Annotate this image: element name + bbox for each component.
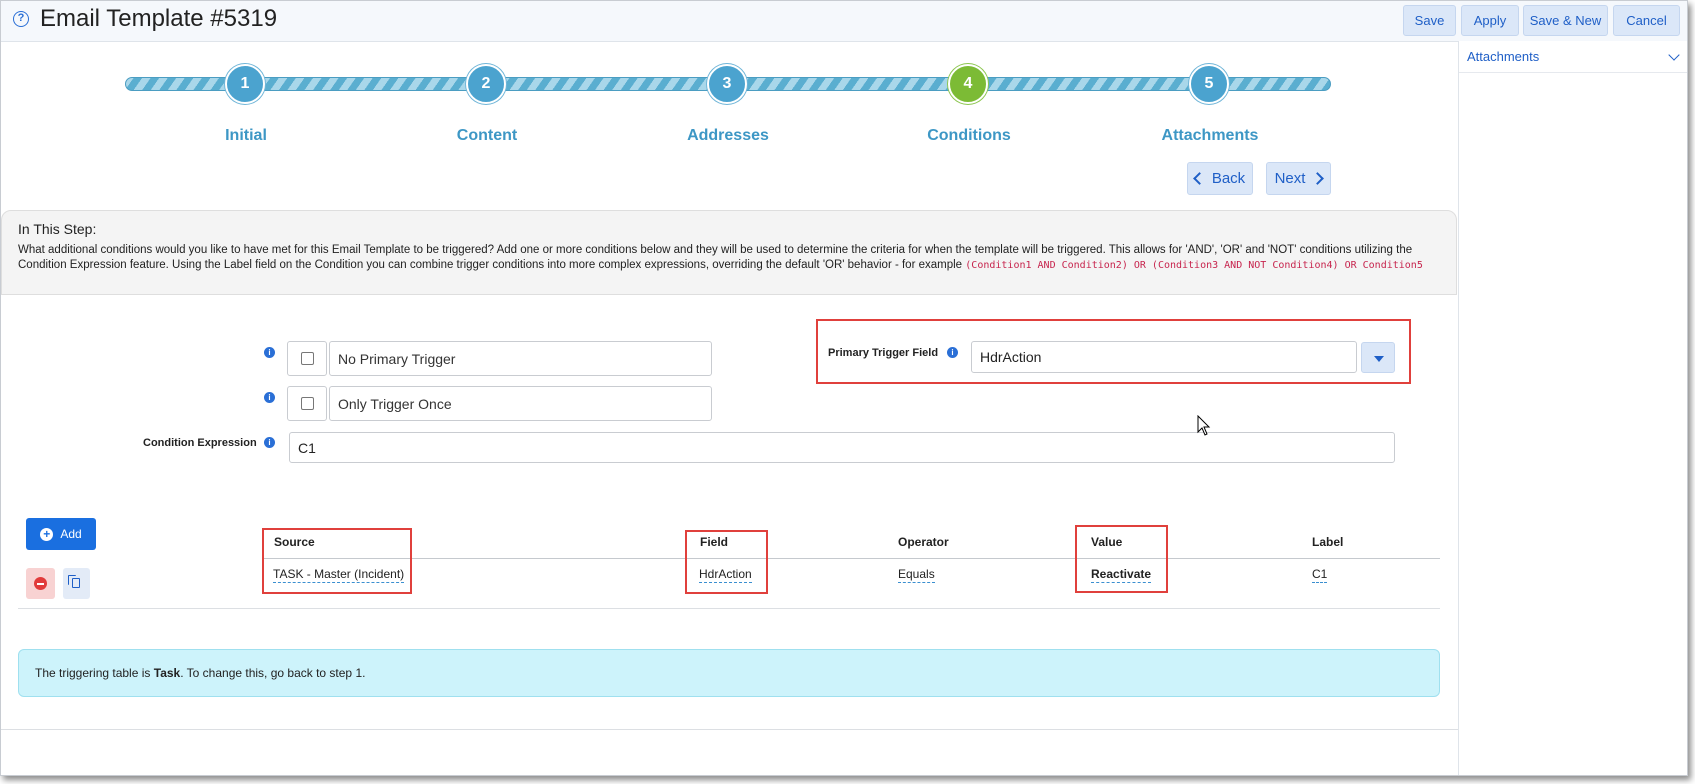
wizard-step-label-initial[interactable]: Initial	[166, 127, 326, 145]
attachments-panel: Attachments	[1458, 41, 1687, 775]
info-icon[interactable]: i	[264, 347, 275, 358]
checkbox-square[interactable]	[301, 397, 314, 410]
alert-suffix: . To change this, go back to step 1.	[180, 666, 366, 680]
page-title: Email Template #5319	[40, 5, 278, 32]
plus-circle-icon: +	[40, 527, 54, 541]
copy-condition-button[interactable]	[63, 568, 90, 599]
wizard-step-5[interactable]: 5	[1189, 64, 1229, 104]
wizard-step-label-conditions[interactable]: Conditions	[889, 127, 1049, 145]
wizard-step-1[interactable]: 1	[225, 64, 265, 104]
highlight-source-column	[262, 528, 412, 594]
next-button[interactable]: Next	[1266, 162, 1331, 195]
minus-circle-icon	[34, 577, 47, 590]
info-icon[interactable]: i	[264, 392, 275, 403]
checkbox-square[interactable]	[301, 352, 314, 365]
alert-prefix: The triggering table is	[35, 666, 151, 680]
wizard-step-2[interactable]: 2	[466, 64, 506, 104]
add-button-label: Add	[60, 527, 82, 541]
wizard-step-3[interactable]: 3	[707, 64, 747, 104]
step-info-code-example: (Condition1 AND Condition2) OR (Conditio…	[965, 260, 1423, 271]
only-trigger-once-checkbox[interactable]	[287, 386, 327, 421]
no-primary-trigger-checkbox[interactable]	[287, 341, 327, 376]
chevron-down-icon[interactable]	[1668, 48, 1680, 61]
condition-operator-value[interactable]: Equals	[898, 567, 935, 583]
mouse-cursor-icon	[1197, 415, 1211, 436]
wizard-step-4-active[interactable]: 4	[948, 64, 988, 104]
info-icon[interactable]: i	[264, 437, 275, 448]
wizard-step-label-content[interactable]: Content	[407, 127, 567, 145]
cancel-button[interactable]: Cancel	[1613, 5, 1680, 36]
add-condition-button[interactable]: + Add	[26, 518, 96, 550]
save-button[interactable]: Save	[1403, 5, 1456, 36]
highlight-primary-trigger	[816, 319, 1411, 384]
save-and-new-button[interactable]: Save & New	[1523, 5, 1608, 36]
highlight-field-column	[685, 530, 768, 594]
step-info-box: In This Step: What additional conditions…	[1, 210, 1457, 295]
table-header-divider	[263, 558, 1440, 559]
header-bar: ? Email Template #5319 Save Apply Save &…	[1, 1, 1687, 42]
step-info-title: In This Step:	[18, 221, 97, 237]
table-row-divider	[18, 608, 1440, 609]
no-primary-trigger-label[interactable]: No Primary Trigger	[329, 341, 712, 376]
attachments-panel-title: Attachments	[1467, 49, 1540, 64]
back-button-label: Back	[1211, 170, 1246, 187]
help-circle-icon[interactable]: ?	[13, 11, 29, 27]
condition-expression-label: Condition Expression	[143, 437, 257, 449]
attachments-panel-header[interactable]: Attachments	[1459, 41, 1687, 73]
next-button-label: Next	[1274, 170, 1306, 187]
chevron-right-icon	[1311, 172, 1325, 185]
condition-expression-input[interactable]: C1	[289, 432, 1395, 463]
triggering-table-alert: The triggering table is Task. To change …	[18, 649, 1440, 697]
copy-icon	[68, 575, 80, 588]
column-header-operator: Operator	[898, 535, 949, 549]
only-trigger-once-label[interactable]: Only Trigger Once	[329, 386, 712, 421]
delete-condition-button[interactable]	[26, 568, 55, 599]
back-button[interactable]: Back	[1187, 162, 1253, 195]
condition-label-value[interactable]: C1	[1312, 567, 1328, 583]
step-info-text: What additional conditions would you lik…	[18, 243, 1440, 273]
email-template-window: ? Email Template #5319 Save Apply Save &…	[0, 0, 1688, 776]
wizard-step-label-attachments[interactable]: Attachments	[1130, 127, 1290, 145]
highlight-value-column	[1075, 525, 1168, 593]
column-header-label: Label	[1312, 535, 1344, 549]
alert-table-name: Task	[153, 666, 181, 680]
main-panel-bottom-border	[1, 729, 1458, 730]
wizard-step-label-addresses[interactable]: Addresses	[648, 127, 808, 145]
chevron-left-icon	[1192, 172, 1206, 185]
apply-button[interactable]: Apply	[1461, 5, 1519, 36]
